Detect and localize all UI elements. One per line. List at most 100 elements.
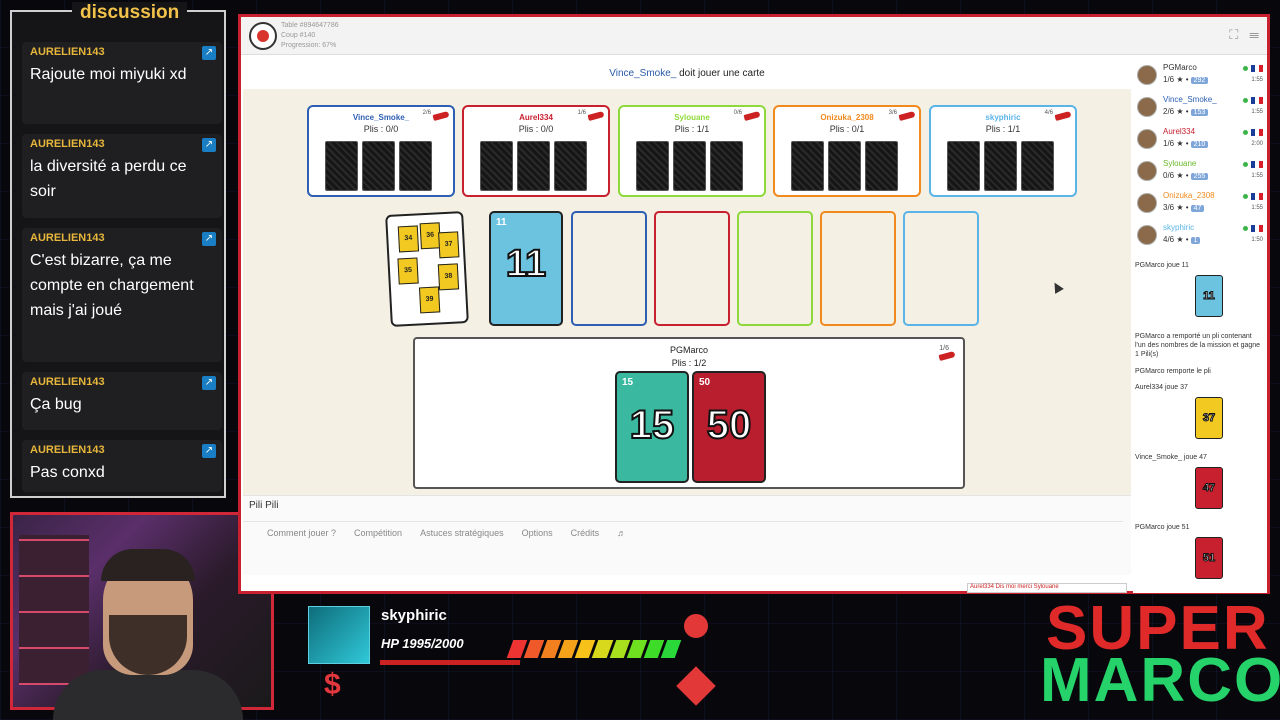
sidebar-player-sylouane[interactable]: Sylouane 0/6 ★ • 255 1:55 [1135,157,1265,187]
sidebar-player-onizuka[interactable]: Onizuka_2308 3/6 ★ • 47 1:55 [1135,189,1265,219]
card-back [517,141,550,191]
my-pili-count: 1/6 [939,345,949,352]
trick-slot-aurel [654,211,730,326]
star-icon: ★ • [1176,235,1189,244]
star-icon: ★ • [1176,171,1189,180]
player-plis: Plis : 1/1 [674,124,710,134]
player-name: skyphiric [985,113,1021,122]
game-title: Pili Pili [249,500,279,511]
chat-text: C'est bizarre, ça me compte en chargemen… [30,252,194,319]
webcam-feed [10,512,274,720]
sidebar-player-pgmarco[interactable]: PGMarco 1/6 ★ • 292 1:55 [1135,61,1265,91]
sidebar-player-score: 4/6 ★ • 1 [1163,235,1201,244]
player-box-onizuka: Onizuka_2308 Plis : 0/1 3/6 [773,105,921,197]
mission-number: 35 [397,257,419,285]
chat-username: AURELIEN143 [30,376,105,388]
player-plis: Plis : 0/0 [363,124,399,134]
elo-badge: 210 [1190,141,1209,148]
my-player-name: PGMarco [669,345,708,355]
player-time: 1:55 [1251,173,1263,179]
france-flag-icon [1251,161,1263,168]
sidebar-player-score: 1/6 ★ • 210 [1163,139,1209,148]
trick-slot-onizuka [820,211,896,326]
players-sidebar: PGMarco 1/6 ★ • 292 1:55 Vince_Smoke_ 2/6… [1133,57,1267,593]
game-chat-input[interactable]: Aurel334 Dis moi merci Sylouane [967,583,1127,593]
player-hand-backs [325,141,432,191]
score-value: 3/6 [1163,203,1175,212]
card-back [828,141,861,191]
avatar [1137,65,1157,85]
log-entry: PGMarco a remporté un pli contenant l'un… [1135,333,1261,358]
player-name: Sylouane [674,113,710,122]
move-number: Coup #140 [281,32,316,39]
link-credits[interactable]: Crédits [571,528,600,538]
score-value: 1/6 [1163,139,1175,148]
fullscreen-icon[interactable]: ⛶ [1229,27,1238,42]
sidebar-player-aurel[interactable]: Aurel334 1/6 ★ • 210 2:00 [1135,125,1265,155]
player-box-skyphiric: skyphiric Plis : 1/1 4/6 [929,105,1077,197]
france-flag-icon [1251,97,1263,104]
france-flag-icon [1251,65,1263,72]
chat-text: Pas conxd [30,464,105,481]
sidebar-player-skyphiric[interactable]: skyphiric 4/6 ★ • 1 1:50 [1135,221,1265,251]
hand-card-50[interactable]: 50 50 [692,371,766,483]
dollar-icon: $ [324,668,341,701]
streamer-hair [101,549,195,581]
chat-panel: discussion AURELIEN143 ↗ Rajoute moi miy… [10,2,226,498]
twitch-icon: ↗ [202,376,216,390]
log-entry: PGMarco joue 11 [1135,262,1189,269]
card-corner: 50 [699,377,711,388]
twitch-icon: ↗ [202,46,216,60]
player-time: 1:55 [1251,109,1263,115]
link-how-to-play[interactable]: Comment jouer ? [267,528,336,538]
avatar [1137,129,1157,149]
elo-badge: 47 [1190,205,1205,212]
music-icon[interactable]: ♬ [617,528,626,538]
link-options[interactable]: Options [522,528,553,538]
log-entry: Vince_Smoke_ joue 47 [1135,454,1207,461]
player-pili-count: 4/6 [1044,110,1053,116]
table-id: Table #894647786 [281,22,339,29]
log-card: 47 [1195,467,1223,509]
avatar [1137,97,1157,117]
chat-username: AURELIEN143 [30,232,105,244]
sidebar-player-vince[interactable]: Vince_Smoke_ 2/6 ★ • 153 1:55 [1135,93,1265,123]
hud-player-name: skyphiric [381,607,447,624]
chat-message: AURELIEN143 ↗ la diversité a perdu ce so… [22,134,222,218]
player-hand-backs [480,141,587,191]
online-indicator [1243,66,1248,71]
hand-card-15[interactable]: 15 15 [615,371,689,483]
figure-icon [684,614,708,638]
menu-icon[interactable]: ☰ [1249,27,1259,42]
sidebar-player-name: PGMarco [1163,63,1197,72]
game-footer: Pili Pili Comment jouer ? Compétition As… [243,495,1131,575]
log-entry: PGMarco remporte le pli [1135,368,1211,375]
player-hand-backs [791,141,898,191]
mission-number: 39 [418,286,441,314]
chat-message: AURELIEN143 ↗ C'est bizarre, ça me compt… [22,228,222,362]
bga-logo-icon[interactable] [249,22,277,50]
elo-badge: 255 [1190,173,1209,180]
shelf-image [19,535,89,685]
log-card: 37 [1195,397,1223,439]
player-box-aurel: Aurel334 Plis : 0/0 1/6 [462,105,610,197]
link-strategy[interactable]: Astuces stratégiques [420,528,504,538]
avatar [1137,225,1157,245]
avatar [1137,161,1157,181]
log-card: 11 [1195,275,1223,317]
sidebar-player-name: Sylouane [1163,159,1197,168]
super-marco-logo-bottom: MARCO [1040,646,1280,715]
mission-number: 38 [437,263,460,291]
chat-message: AURELIEN143 ↗ Pas conxd [22,440,222,492]
status-bar: Vince_Smoke_ doit jouer une carte [243,61,1131,89]
trick-slot-skyphiric [903,211,979,326]
star-icon: ★ • [1176,139,1189,148]
card-back [791,141,824,191]
link-competition[interactable]: Compétition [354,528,402,538]
player-box-vince: Vince_Smoke_ Plis : 0/0 2/6 [307,105,455,197]
card-back [325,141,358,191]
score-value: 2/6 [1163,107,1175,116]
game-board: Vince_Smoke_ doit jouer une carte Vince_… [243,61,1131,509]
elo-badge: 153 [1190,109,1209,116]
window-icons: ⛶ ☰ [1229,27,1259,43]
